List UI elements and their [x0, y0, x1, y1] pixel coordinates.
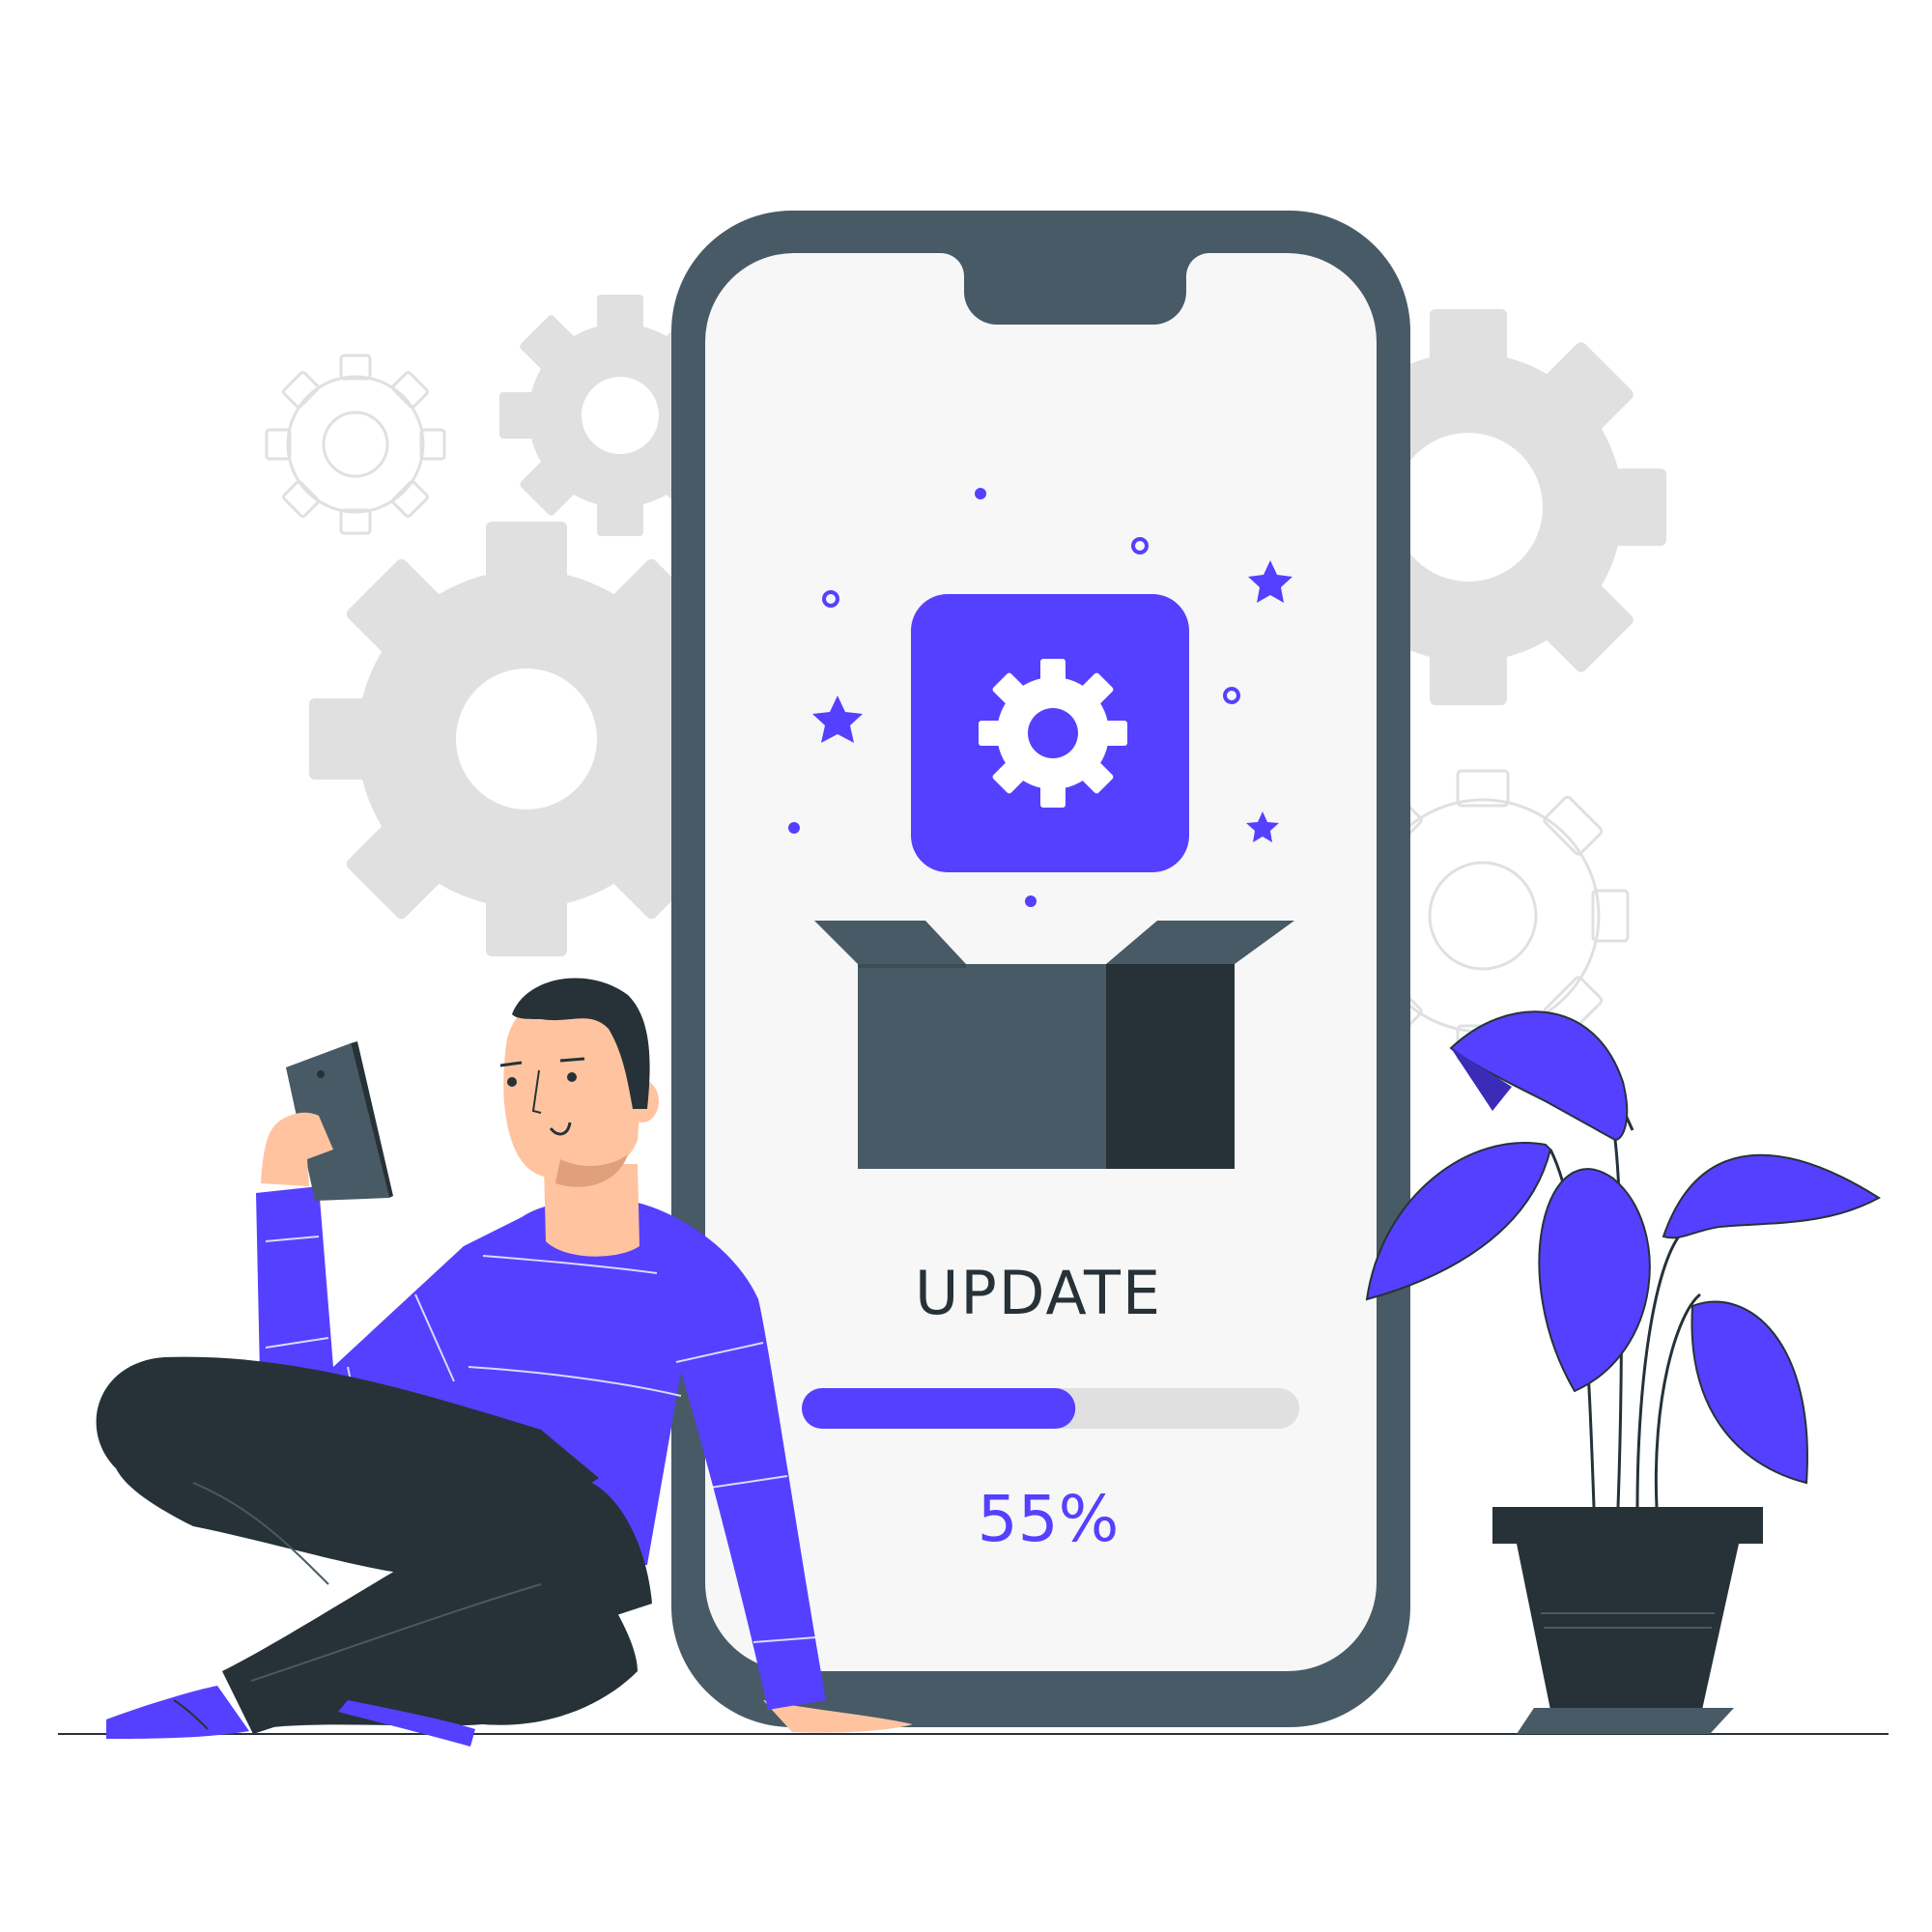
eye-left — [507, 1077, 517, 1087]
progress-bar — [802, 1388, 1299, 1429]
potted-plant-icon — [1365, 1010, 1881, 1734]
progress-fill — [802, 1388, 1076, 1429]
eye-right — [567, 1072, 577, 1082]
app-tile — [911, 594, 1189, 872]
gear-icon — [979, 659, 1127, 808]
phone-screen — [705, 253, 1377, 1671]
progress-percent: 55% — [978, 1482, 1120, 1556]
update-title: UPDATE — [915, 1258, 1162, 1328]
gear-outline-icon — [265, 354, 446, 535]
update-illustration: UPDATE 55% — [58, 211, 1889, 1747]
